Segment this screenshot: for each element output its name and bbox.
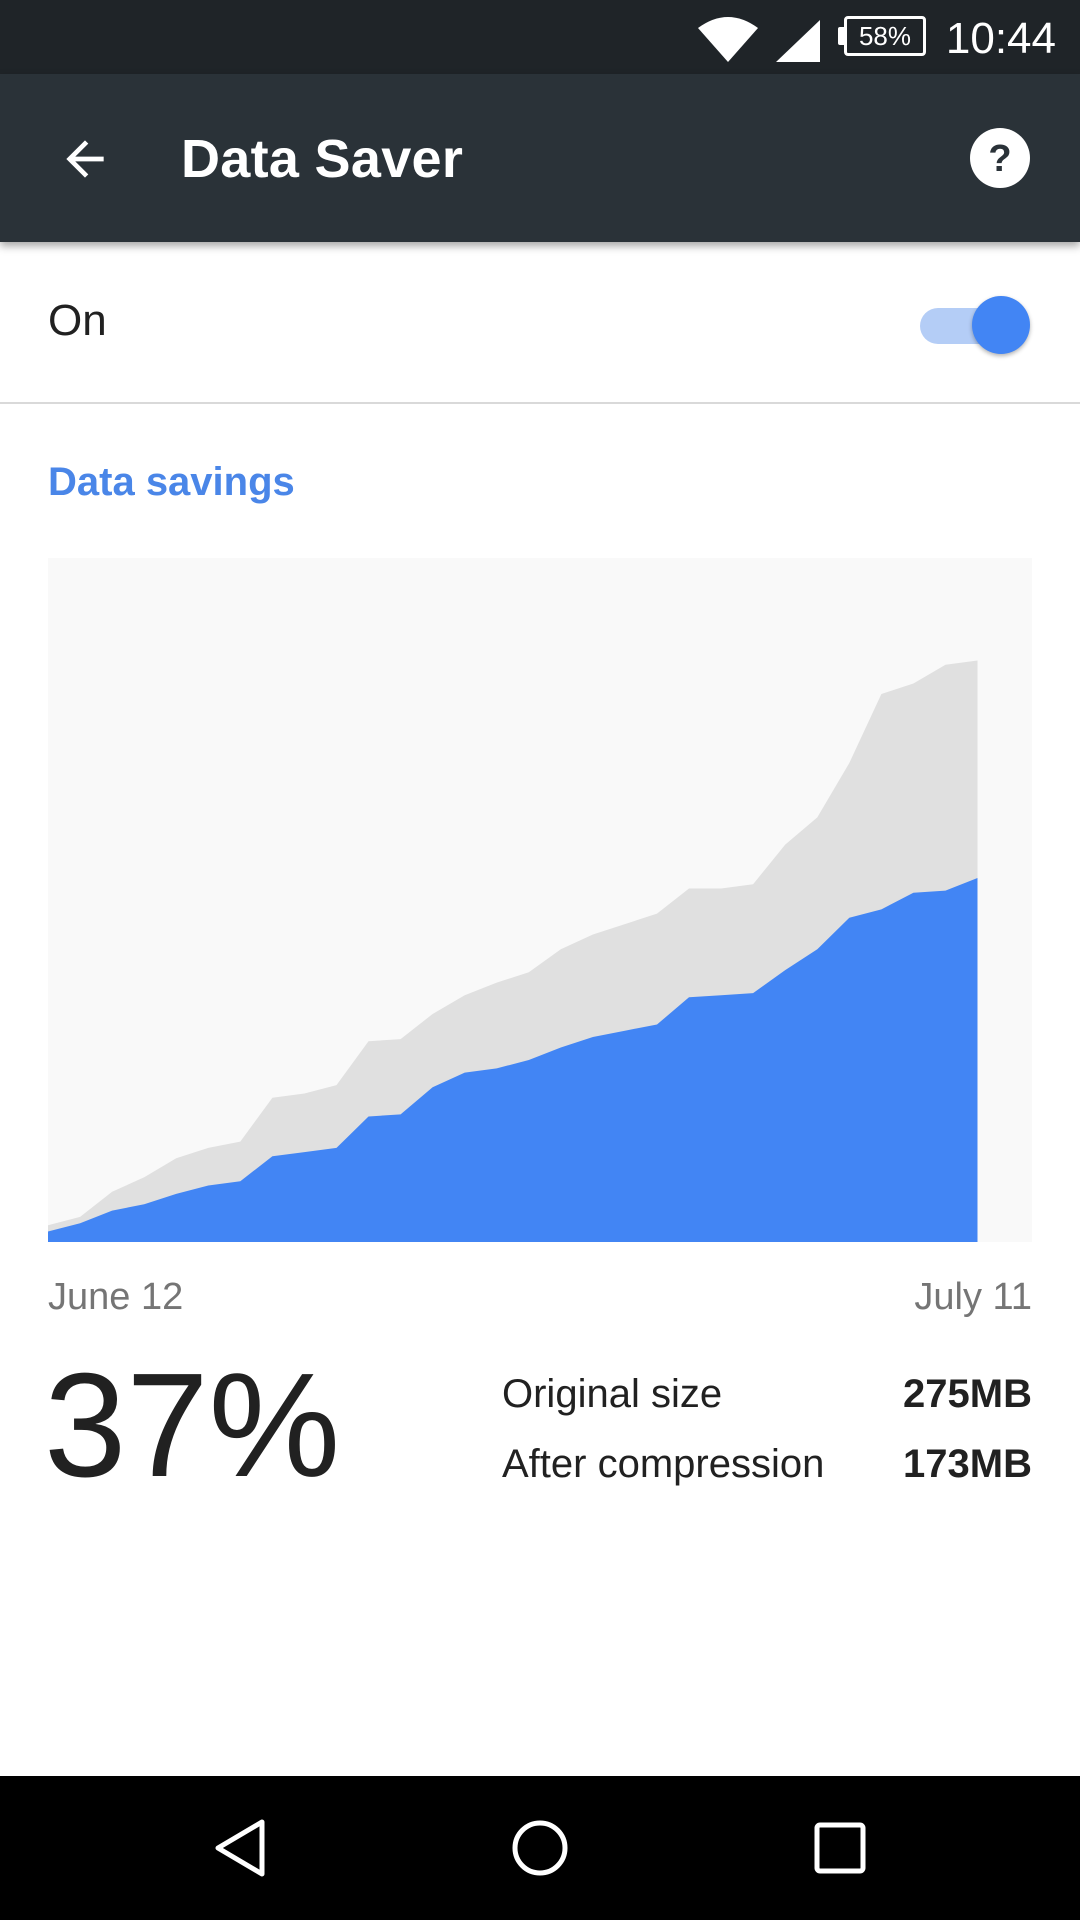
battery-icon: 58%	[844, 16, 926, 56]
app-bar: Data Saver ?	[0, 74, 1080, 242]
switch-thumb	[972, 296, 1030, 354]
nav-home-icon	[512, 1820, 568, 1876]
compressed-size-label: After compression	[502, 1442, 825, 1486]
section-title: Data savings	[48, 460, 295, 504]
svg-text:?: ?	[988, 138, 1011, 180]
page-title: Data Saver	[181, 129, 464, 189]
nav-recents-button[interactable]	[804, 1812, 876, 1884]
nav-back-icon	[215, 1819, 265, 1877]
data-saver-toggle-row[interactable]: On	[0, 242, 1080, 404]
nav-back-button[interactable]	[204, 1812, 276, 1884]
status-bar: 58% 10:44	[0, 0, 1080, 74]
chart-start-date: June 12	[48, 1276, 184, 1318]
chart-end-date: July 11	[914, 1276, 1032, 1318]
back-button[interactable]	[40, 114, 130, 204]
original-size-label: Original size	[502, 1372, 723, 1416]
original-size-value: 275MB	[903, 1372, 1032, 1416]
toggle-label: On	[48, 296, 107, 345]
status-time: 10:44	[945, 14, 1056, 63]
cell-signal-icon	[776, 20, 820, 62]
savings-chart	[48, 558, 1032, 1242]
chart-svg	[48, 558, 1032, 1242]
compressed-size-value: 173MB	[903, 1442, 1032, 1486]
arrow-back-icon	[66, 140, 104, 178]
data-saver-switch[interactable]	[918, 294, 1032, 356]
navigation-bar	[0, 1776, 1080, 1920]
help-icon: ?	[970, 128, 1030, 188]
savings-percent: 37%	[44, 1343, 341, 1508]
wifi-icon	[698, 17, 758, 62]
nav-home-button[interactable]	[504, 1812, 576, 1884]
help-button[interactable]: ?	[960, 118, 1040, 198]
nav-recents-icon	[814, 1822, 866, 1874]
